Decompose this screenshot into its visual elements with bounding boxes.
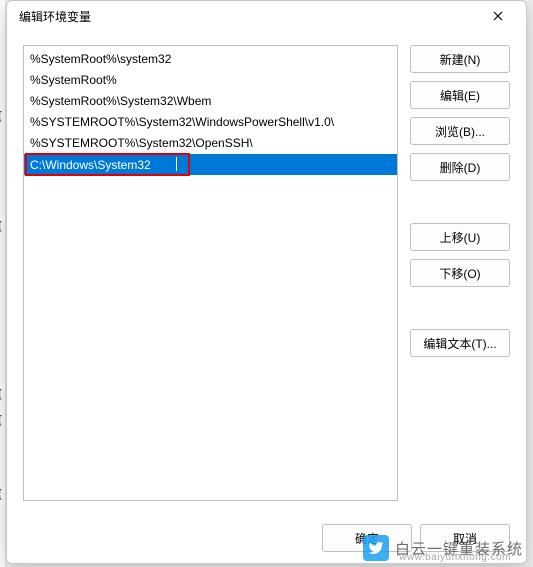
- browse-button[interactable]: 浏览(B)...: [410, 117, 510, 145]
- spacer: [410, 295, 510, 321]
- moveup-button[interactable]: 上移(U): [410, 223, 510, 251]
- list-item[interactable]: %SystemRoot%\System32\Wbem: [24, 91, 397, 112]
- dialog-content: %SystemRoot%\system32 %SystemRoot% %Syst…: [7, 31, 526, 513]
- close-button[interactable]: [478, 1, 518, 31]
- list-item[interactable]: %SYSTEMROOT%\System32\WindowsPowerShell\…: [24, 112, 397, 133]
- list-item[interactable]: %SystemRoot%\system32: [24, 49, 397, 70]
- spacer: [410, 189, 510, 215]
- cancel-button[interactable]: 取消: [420, 524, 510, 552]
- movedown-button[interactable]: 下移(O): [410, 259, 510, 287]
- environment-variable-dialog: 编辑环境变量 %SystemRoot%\system32 %SystemRoot…: [6, 0, 527, 564]
- new-button[interactable]: 新建(N): [410, 45, 510, 73]
- window-title: 编辑环境变量: [19, 8, 478, 25]
- ok-button[interactable]: 确定: [322, 524, 412, 552]
- close-icon: [493, 11, 503, 21]
- path-listbox[interactable]: %SystemRoot%\system32 %SystemRoot% %Syst…: [23, 45, 398, 501]
- inline-edit-input[interactable]: [28, 155, 183, 174]
- titlebar: 编辑环境变量: [7, 1, 526, 31]
- text-caret: [176, 157, 177, 171]
- button-column: 新建(N) 编辑(E) 浏览(B)... 删除(D) 上移(U) 下移(O) 编…: [410, 45, 510, 501]
- edit-button[interactable]: 编辑(E): [410, 81, 510, 109]
- list-inner: %SystemRoot%\system32 %SystemRoot% %Syst…: [24, 46, 397, 178]
- edittext-button[interactable]: 编辑文本(T)...: [410, 329, 510, 357]
- list-item[interactable]: %SYSTEMROOT%\System32\OpenSSH\: [24, 133, 397, 154]
- list-item-selected[interactable]: [24, 154, 397, 175]
- list-item[interactable]: %SystemRoot%: [24, 70, 397, 91]
- dialog-footer: 确定 取消: [7, 513, 526, 563]
- delete-button[interactable]: 删除(D): [410, 153, 510, 181]
